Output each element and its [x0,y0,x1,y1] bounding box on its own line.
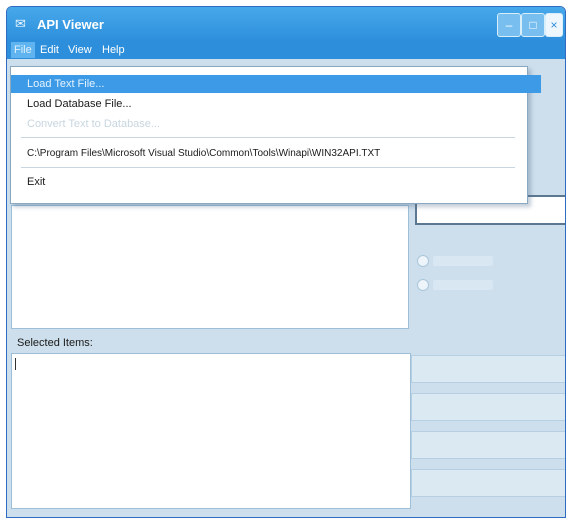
remove-button[interactable] [411,393,565,421]
window-title: API Viewer [37,17,104,32]
text-caret [15,358,16,370]
menu-item-recent-file[interactable]: C:\Program Files\Microsoft Visual Studio… [11,145,541,163]
menu-separator [21,137,515,138]
menu-item-exit[interactable]: Exit [11,173,541,191]
file-menu-dropdown: Load Text File... Load Database File... … [10,66,541,204]
clear-button[interactable] [411,431,565,459]
menu-help[interactable]: Help [99,42,128,58]
selected-items-label: Selected Items: [17,337,93,349]
menu-edit[interactable]: Edit [37,42,62,58]
add-button[interactable] [411,355,565,383]
menu-view[interactable]: View [65,42,95,58]
minimize-button[interactable]: – [497,13,521,37]
selected-items-box[interactable] [11,353,411,509]
menu-bar: File Edit View Help [7,41,565,59]
maximize-button[interactable]: □ [521,13,545,37]
close-button[interactable]: × [545,13,563,37]
menu-item-load-database-file[interactable]: Load Database File... [11,95,541,113]
available-items-list[interactable] [11,205,409,329]
menu-item-disabled: Convert Text to Database... [27,118,161,130]
menu-file[interactable]: File [11,42,35,58]
radio-option-1-label [433,256,493,266]
radio-option-1[interactable] [417,255,429,267]
radio-option-2[interactable] [417,279,429,291]
menu-separator [21,167,515,168]
app-icon: ✉ [15,16,26,31]
menu-item-load-text-file[interactable]: Load Text File... [11,75,541,93]
copy-button[interactable] [411,469,565,497]
radio-option-2-label [433,280,493,290]
title-bar[interactable]: ✉ API Viewer – □ × [7,7,565,41]
